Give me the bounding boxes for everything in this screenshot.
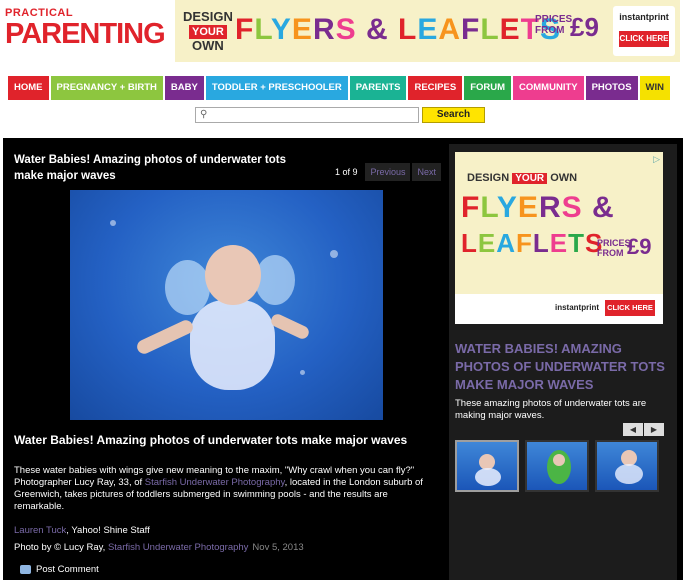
ad-footer: instantprint CLICK HERE [455, 294, 663, 324]
nav-item-recipes[interactable]: RECIPES [408, 76, 463, 100]
slide-count: 1 of 9 [334, 167, 358, 177]
gallery-title: Water Babies! Amazing photos of underwat… [14, 154, 286, 182]
site-logo[interactable]: PRACTICAL PARENTING [5, 8, 167, 58]
ad-headline: FLYERS & LEAFLETS [235, 13, 562, 46]
baby-arm [134, 317, 196, 357]
ad-headline-line1: FLYERS & [461, 191, 615, 224]
adchoices-icon[interactable]: ▷ [653, 154, 660, 165]
ad-instantprint-box[interactable]: instantprint CLICK HERE [613, 6, 675, 56]
baby-body [190, 300, 275, 390]
search-button[interactable]: Search [422, 107, 485, 123]
byline: Lauren Tuck, Yahoo! Shine Staff [14, 525, 150, 536]
next-button[interactable]: Next [412, 163, 441, 181]
ad-design-your-own: DESIGN YOUR OWN [467, 172, 578, 184]
post-comment-label: Post Comment [36, 564, 99, 575]
nav-item-community[interactable]: COMMUNITY [513, 76, 584, 100]
ad-price: £9 [570, 12, 599, 42]
ad-prices-label: PRICES FROM [535, 14, 573, 36]
post-comment-button[interactable]: Post Comment [20, 564, 99, 575]
thumb-prev-arrow-icon[interactable]: ◀ [623, 423, 643, 436]
thumbnail[interactable] [525, 440, 589, 492]
nav-item-win[interactable]: WIN [639, 76, 671, 100]
sidebar-gallery-desc: These amazing photos of underwater tots … [455, 398, 647, 421]
gallery-photo[interactable] [70, 190, 383, 420]
logo-main-text: PARENTING [5, 18, 166, 50]
author-link[interactable]: Lauren Tuck [14, 525, 66, 536]
baby-wing [255, 255, 295, 305]
sidebar-ad[interactable]: ▷ DESIGN YOUR OWN FLYERS & LEAFLETS PRIC… [455, 152, 663, 324]
nav-item-toddler-preschooler[interactable]: TODDLER + PRESCHOOLER [205, 76, 348, 100]
ad-brand: instantprint [555, 303, 599, 312]
thumb-nav: ◀ ▶ [623, 423, 664, 436]
starfish-link[interactable]: Starfish Underwater Photography [145, 477, 285, 488]
ad-price: £9 [627, 234, 652, 259]
nav-item-pregnancy-birth[interactable]: PREGNANCY + BIRTH [50, 76, 163, 100]
ad-prices-label: PRICES FROM [597, 238, 631, 258]
thumbnail[interactable] [595, 440, 659, 492]
ad-click-here-button[interactable]: CLICK HERE [619, 31, 669, 47]
bubble [300, 370, 305, 375]
bubble [330, 250, 338, 258]
previous-button[interactable]: Previous [365, 163, 411, 181]
baby-head [205, 245, 261, 305]
nav-item-parents[interactable]: PARENTS [349, 76, 407, 100]
sidebar-gallery-title[interactable]: WATER BABIES! AMAZING PHOTOS OF UNDERWAT… [455, 340, 669, 394]
top-banner-ad[interactable]: DESIGN YOUR OWN FLYERS & LEAFLETS PRICES… [175, 0, 680, 62]
ad-brand: instantprint [619, 12, 669, 22]
photo-description: These water babies with wings give new m… [14, 465, 423, 512]
thumbnail-strip [455, 440, 659, 492]
search-bar: ⚲ Search [195, 107, 485, 123]
publish-date: Nov 5, 2013 [252, 542, 304, 553]
sidebar: ▷ DESIGN YOUR OWN FLYERS & LEAFLETS PRIC… [449, 144, 677, 580]
photo-headline: Water Babies! Amazing photos of underwat… [14, 433, 408, 447]
comment-icon [20, 565, 31, 574]
nav-item-forum[interactable]: FORUM [464, 76, 512, 100]
thumb-subject [475, 468, 501, 486]
search-icon: ⚲ [200, 109, 208, 120]
gallery-panel: Water Babies! Amazing photos of underwat… [3, 138, 683, 580]
photo-credit: Photo by © Lucy Ray, Starfish Underwater… [14, 542, 304, 553]
baby-arm [269, 312, 311, 341]
search-input[interactable]: ⚲ [195, 107, 419, 123]
bubble [110, 220, 116, 226]
nav-item-photos[interactable]: PHOTOS [585, 76, 638, 100]
thumb-subject [553, 454, 565, 466]
nav-item-home[interactable]: HOME [8, 76, 49, 100]
nav-item-baby[interactable]: BABY [164, 76, 204, 100]
thumbnail[interactable] [455, 440, 519, 492]
thumb-next-arrow-icon[interactable]: ▶ [644, 423, 664, 436]
ad-headline-line2: LEAFLETS [461, 228, 604, 258]
gallery-content: Water Babies! Amazing photos of underwat… [12, 144, 441, 580]
thumb-subject [615, 464, 643, 484]
credit-link[interactable]: Starfish Underwater Photography [108, 542, 248, 553]
ad-design-your-own: DESIGN YOUR OWN [183, 9, 233, 53]
ad-click-here-button[interactable]: CLICK HERE [605, 300, 655, 316]
gallery-pager: 1 of 9 Previous Next [335, 163, 441, 181]
main-nav: HOME PREGNANCY + BIRTH BABY TODDLER + PRESC… [8, 76, 671, 100]
